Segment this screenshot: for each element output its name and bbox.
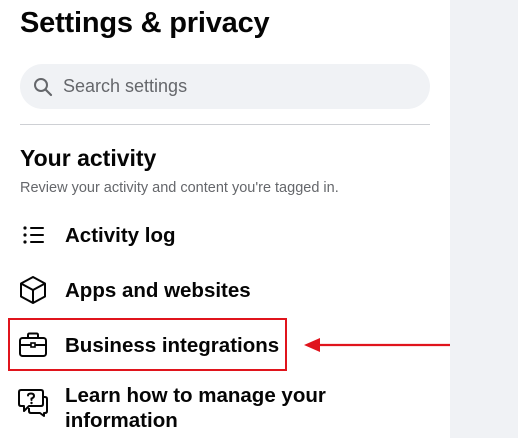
highlight-box (8, 318, 287, 371)
content-pane (450, 0, 518, 438)
search-bar[interactable] (20, 64, 430, 109)
menu-item-apps-and-websites[interactable]: Apps and websites (16, 273, 436, 307)
menu-item-manage-information[interactable]: Learn how to manage your information (16, 383, 436, 433)
question-chat-icon (16, 385, 50, 419)
search-icon (34, 77, 53, 96)
settings-sidebar: Settings & privacy Your activity Review … (0, 0, 486, 438)
section-title: Your activity (20, 145, 157, 171)
page-title: Settings & privacy (20, 7, 270, 39)
search-input[interactable] (61, 75, 405, 98)
section-description: Review your activity and content you're … (20, 180, 339, 196)
menu-item-label: Learn how to manage your information (65, 384, 326, 432)
menu-item-label: Activity log (65, 223, 176, 247)
menu-item-activity-log[interactable]: Activity log (16, 218, 436, 252)
menu-item-label: Apps and websites (65, 278, 251, 302)
list-icon (16, 218, 50, 252)
cube-icon (16, 273, 50, 307)
divider (20, 124, 430, 125)
